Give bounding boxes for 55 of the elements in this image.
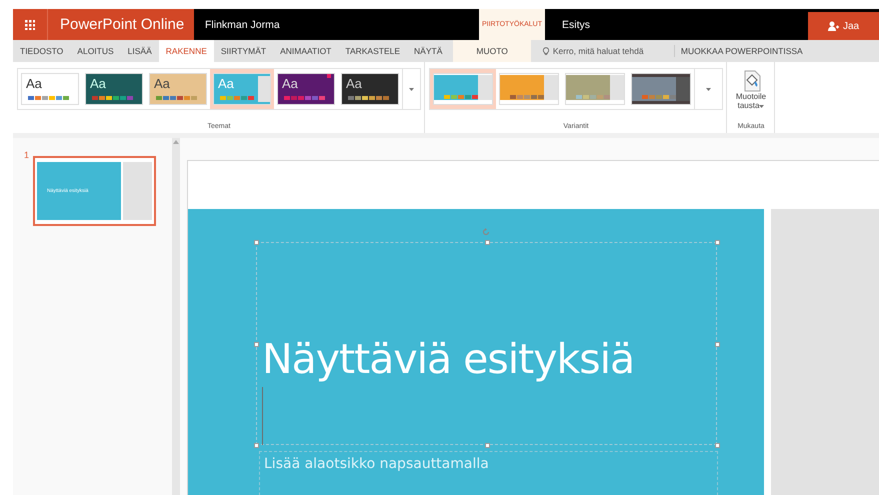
- ribbon-tab[interactable]: NÄYTÄ: [407, 40, 450, 62]
- lightbulb-icon: [542, 46, 549, 56]
- text-cursor: [262, 387, 263, 445]
- ribbon-tab[interactable]: ALOITUS: [70, 40, 121, 62]
- resize-handle[interactable]: [484, 240, 490, 245]
- color-swatches: [28, 96, 70, 100]
- theme-sample-text: Aa: [282, 76, 298, 91]
- color-swatches: [510, 95, 545, 99]
- theme-sample-text: Aa: [26, 76, 42, 91]
- app-name: PowerPoint Online: [48, 9, 194, 40]
- slide-number: 1: [24, 150, 30, 162]
- share-button[interactable]: Jaa: [808, 12, 879, 40]
- theme-sample-text: Aa: [346, 76, 362, 91]
- color-swatches: [576, 95, 611, 99]
- scroll-up-icon[interactable]: [173, 140, 179, 144]
- color-swatches: [284, 96, 326, 100]
- rotate-handle-icon[interactable]: [482, 228, 490, 236]
- ribbon-tab[interactable]: ANIMAATIOT: [273, 40, 338, 62]
- caret-icon: [409, 88, 414, 90]
- ribbon-tab[interactable]: LISÄÄ: [120, 40, 159, 62]
- ribbon-tab[interactable]: RAKENNE: [158, 40, 214, 62]
- resize-handle[interactable]: [715, 342, 720, 346]
- ribbon-tab[interactable]: TARKASTELE: [338, 40, 408, 62]
- document-title: Esitys: [561, 18, 592, 32]
- format-background-button[interactable]: Muotoile tausta: [731, 68, 771, 112]
- color-swatches: [444, 95, 479, 99]
- color-swatches: [92, 96, 134, 100]
- resize-handle[interactable]: [254, 342, 259, 346]
- user-name: Flinkman Jorma: [204, 18, 281, 32]
- color-swatches: [156, 96, 198, 100]
- edit-in-app-link[interactable]: MUOKKAA POWERPOINTISSA: [674, 40, 809, 62]
- theme-sample-text: Aa: [90, 76, 106, 91]
- caret-icon: [759, 105, 764, 108]
- color-swatches: [348, 96, 390, 100]
- color-swatches: [642, 95, 677, 99]
- slide-thumbnail-side-panel: [123, 162, 152, 220]
- resize-handle[interactable]: [715, 443, 720, 448]
- resize-handle[interactable]: [254, 240, 259, 245]
- tell-me-field[interactable]: Kerro, mitä haluat tehdä: [552, 46, 664, 56]
- subtitle-placeholder-text: Lisää alaotsikko napsauttamalla: [264, 456, 489, 472]
- app-launcher-icon[interactable]: [13, 9, 48, 40]
- slide-title: Näyttäviä esityksiä: [262, 335, 634, 383]
- resize-handle[interactable]: [254, 443, 259, 448]
- person-add-icon: [828, 21, 839, 31]
- ribbon-tab[interactable]: SIIRTYMÄT: [214, 40, 274, 62]
- caret-icon: [706, 88, 711, 90]
- resize-handle[interactable]: [484, 443, 490, 448]
- ribbon-tab[interactable]: TIEDOSTO: [13, 40, 70, 62]
- color-swatches: [220, 96, 255, 100]
- variant-thumbnail[interactable]: [430, 69, 496, 109]
- theme-sample-text: Aa: [218, 76, 234, 91]
- theme-sample-text: Aa: [154, 76, 170, 91]
- ribbon-tab[interactable]: MUOTO: [453, 40, 531, 62]
- subtitle-placeholder[interactable]: [259, 451, 718, 495]
- resize-handle[interactable]: [715, 240, 720, 245]
